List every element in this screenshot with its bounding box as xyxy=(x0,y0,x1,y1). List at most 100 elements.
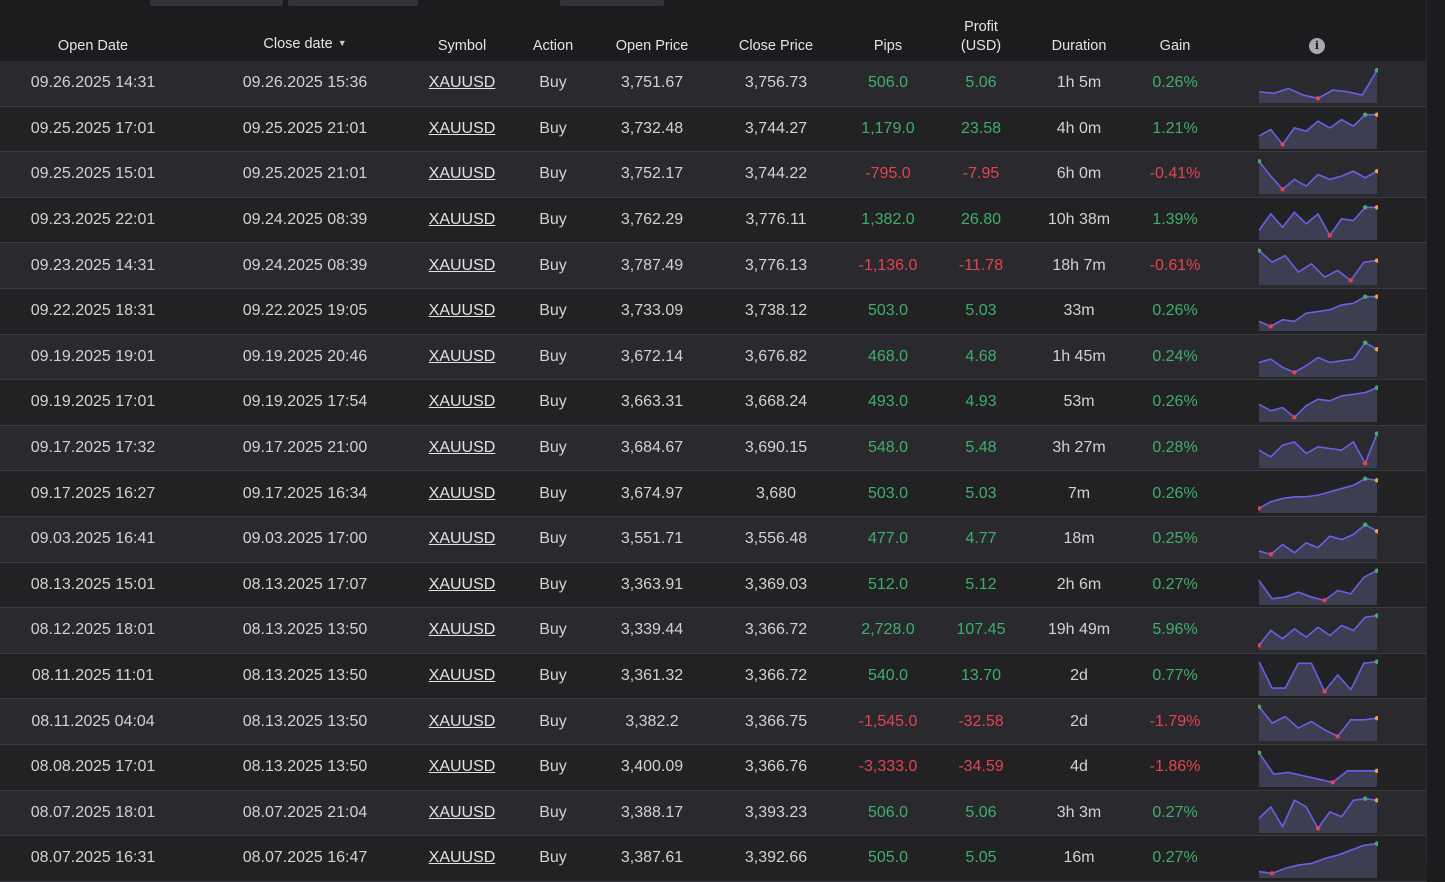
close-date-cell: 08.13.2025 17:07 xyxy=(242,575,368,593)
close-price-cell: 3,690.15 xyxy=(744,439,808,457)
sparkline-low-dot xyxy=(1327,232,1332,238)
tab-stub[interactable] xyxy=(150,0,283,6)
symbol-link[interactable]: XAUUSD xyxy=(429,302,496,320)
tab-stub[interactable] xyxy=(560,0,664,6)
col-gain[interactable]: Gain xyxy=(1160,37,1191,56)
table-row[interactable]: 08.07.2025 18:01 08.07.2025 21:04 XAUUSD Bu… xyxy=(0,790,1427,837)
table-row[interactable]: 08.11.2025 11:01 08.13.2025 13:50 XAUUSD Bu… xyxy=(0,653,1427,700)
action-cell: Buy xyxy=(539,165,567,183)
table-row[interactable]: 09.17.2025 16:27 09.17.2025 16:34 XAUUSD Bu… xyxy=(0,471,1427,517)
symbol-link[interactable]: XAUUSD xyxy=(429,74,496,92)
symbol-link[interactable]: XAUUSD xyxy=(429,804,496,822)
sort-desc-icon[interactable]: ▼ xyxy=(338,38,347,48)
pips-cell: -795.0 xyxy=(865,165,911,183)
open-price-cell: 3,551.71 xyxy=(620,530,684,548)
sparkline-chart xyxy=(1258,659,1378,696)
open-price-cell: 3,674.97 xyxy=(620,484,684,502)
symbol-link[interactable]: XAUUSD xyxy=(429,485,496,503)
close-date-cell: 09.17.2025 21:00 xyxy=(242,439,368,457)
duration-cell: 10h 38m xyxy=(1047,211,1111,229)
col-close-date[interactable]: Close date ▼ xyxy=(263,34,346,54)
action-cell: Buy xyxy=(539,803,567,821)
open-price-cell: 3,400.09 xyxy=(620,758,684,776)
table-row[interactable]: 08.11.2025 04:04 08.13.2025 13:50 XAUUSD Bu… xyxy=(0,699,1427,745)
action-cell: Buy xyxy=(539,575,567,593)
col-open-price[interactable]: Open Price xyxy=(616,37,689,56)
open-price-cell: 3,733.09 xyxy=(620,302,684,320)
gain-cell: 0.27% xyxy=(1152,849,1198,867)
pips-cell: 477.0 xyxy=(867,530,909,548)
symbol-link[interactable]: XAUUSD xyxy=(429,530,496,548)
table-row[interactable]: 09.22.2025 18:31 09.22.2025 19:05 XAUUSD Bu… xyxy=(0,288,1427,335)
gain-cell: 0.25% xyxy=(1152,530,1198,548)
symbol-link[interactable]: XAUUSD xyxy=(429,165,496,183)
pips-cell: 506.0 xyxy=(867,803,909,821)
info-icon[interactable]: i xyxy=(1309,38,1325,54)
duration-cell: 3h 3m xyxy=(1056,803,1102,821)
symbol-link[interactable]: XAUUSD xyxy=(429,120,496,138)
gain-cell: 0.26% xyxy=(1152,302,1198,320)
col-open-date[interactable]: Open Date xyxy=(58,37,128,56)
open-date-cell: 08.08.2025 17:01 xyxy=(30,758,156,776)
table-row[interactable]: 09.19.2025 17:01 09.19.2025 17:54 XAUUSD Bu… xyxy=(0,380,1427,426)
sparkline-low-dot xyxy=(1269,871,1275,876)
symbol-link[interactable]: XAUUSD xyxy=(429,211,496,229)
action-cell: Buy xyxy=(539,256,567,274)
sparkline-high-dot xyxy=(1363,795,1368,801)
pips-cell: -3,333.0 xyxy=(858,758,918,776)
duration-cell: 1h 5m xyxy=(1056,74,1102,92)
table-row[interactable]: 08.12.2025 18:01 08.13.2025 13:50 XAUUSD Bu… xyxy=(0,608,1427,654)
table-row[interactable]: 09.03.2025 16:41 09.03.2025 17:00 XAUUSD Bu… xyxy=(0,516,1427,563)
sparkline-chart xyxy=(1258,841,1378,879)
col-pips[interactable]: Pips xyxy=(874,37,902,56)
table-row[interactable]: 09.26.2025 14:31 09.26.2025 15:36 XAUUSD Bu… xyxy=(0,61,1427,107)
table-row[interactable]: 09.23.2025 14:31 09.24.2025 08:39 XAUUSD Bu… xyxy=(0,243,1427,289)
table-row[interactable]: 08.07.2025 16:31 08.07.2025 16:47 XAUUSD Bu… xyxy=(0,836,1427,882)
table-row[interactable]: 08.08.2025 17:01 08.13.2025 13:50 XAUUSD Bu… xyxy=(0,744,1427,791)
duration-cell: 4h 0m xyxy=(1056,119,1102,137)
symbol-link[interactable]: XAUUSD xyxy=(429,667,496,685)
symbol-link[interactable]: XAUUSD xyxy=(429,257,496,275)
col-action[interactable]: Action xyxy=(533,37,573,56)
symbol-link[interactable]: XAUUSD xyxy=(429,621,496,639)
duration-cell: 7m xyxy=(1067,484,1091,502)
action-cell: Buy xyxy=(539,347,567,365)
sparkline-chart xyxy=(1258,248,1378,286)
table-row[interactable]: 09.25.2025 17:01 09.25.2025 21:01 XAUUSD Bu… xyxy=(0,106,1427,153)
symbol-link[interactable]: XAUUSD xyxy=(429,348,496,366)
symbol-link[interactable]: XAUUSD xyxy=(429,758,496,776)
top-tab-strip xyxy=(0,0,1445,7)
close-price-cell: 3,756.73 xyxy=(744,74,808,92)
profit-cell: 5.03 xyxy=(965,302,997,320)
tab-stub[interactable] xyxy=(288,0,418,6)
action-cell: Buy xyxy=(539,119,567,137)
table-row[interactable]: 09.17.2025 17:32 09.17.2025 21:00 XAUUSD Bu… xyxy=(0,425,1427,472)
symbol-link[interactable]: XAUUSD xyxy=(429,393,496,411)
gain-cell: 5.96% xyxy=(1152,621,1198,639)
sparkline-high-dot xyxy=(1363,522,1368,527)
symbol-link[interactable]: XAUUSD xyxy=(429,576,496,594)
table-row[interactable]: 09.23.2025 22:01 09.24.2025 08:39 XAUUSD Bu… xyxy=(0,197,1427,244)
pips-cell: 1,382.0 xyxy=(861,211,915,229)
table-row[interactable]: 09.19.2025 19:01 09.19.2025 20:46 XAUUSD Bu… xyxy=(0,334,1427,381)
col-close-price[interactable]: Close Price xyxy=(739,37,813,56)
gain-cell: 0.27% xyxy=(1152,575,1198,593)
col-profit[interactable]: Profit (USD) xyxy=(961,18,1001,56)
close-date-cell: 09.19.2025 20:46 xyxy=(242,347,368,365)
symbol-link[interactable]: XAUUSD xyxy=(429,439,496,457)
symbol-link[interactable]: XAUUSD xyxy=(429,849,496,867)
sparkline-low-dot xyxy=(1268,552,1273,557)
open-date-cell: 08.13.2025 15:01 xyxy=(30,575,156,593)
pips-cell: -1,545.0 xyxy=(858,712,918,730)
col-symbol[interactable]: Symbol xyxy=(438,37,486,56)
sparkline-chart xyxy=(1258,795,1378,833)
profit-cell: -34.59 xyxy=(958,758,1004,776)
table-row[interactable]: 09.25.2025 15:01 09.25.2025 21:01 XAUUSD Bu… xyxy=(0,152,1427,198)
sparkline-last-dot xyxy=(1374,431,1378,436)
close-price-cell: 3,676.82 xyxy=(744,347,808,365)
table-row[interactable]: 08.13.2025 15:01 08.13.2025 17:07 XAUUSD Bu… xyxy=(0,562,1427,609)
sparkline-chart xyxy=(1258,522,1378,559)
col-duration[interactable]: Duration xyxy=(1052,37,1107,56)
close-price-cell: 3,668.24 xyxy=(744,393,808,411)
symbol-link[interactable]: XAUUSD xyxy=(429,713,496,731)
